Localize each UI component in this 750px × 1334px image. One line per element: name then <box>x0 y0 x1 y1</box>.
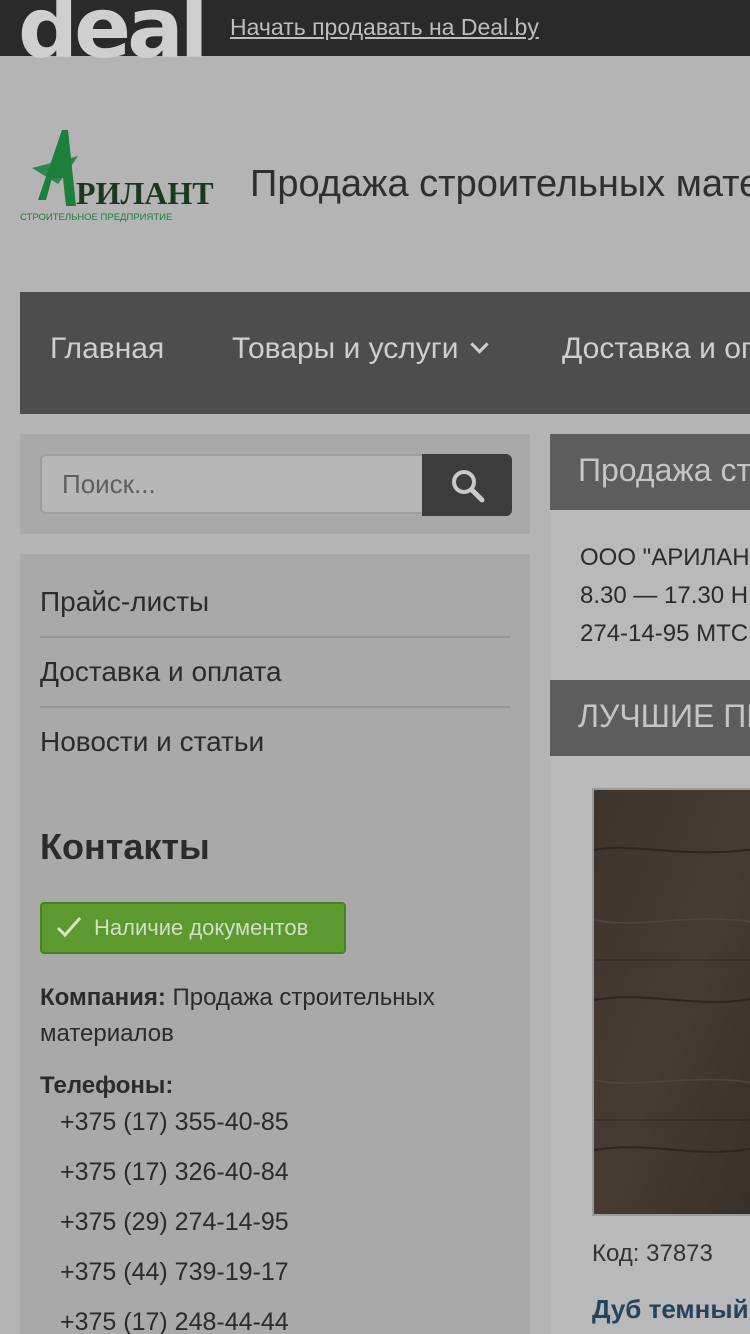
checkmark-icon <box>56 917 82 938</box>
start-selling-link[interactable]: Начать продавать на Deal.by <box>230 14 539 41</box>
phone-number[interactable]: +375 (44) 739-19-17 <box>60 1258 289 1287</box>
search-icon <box>452 470 485 503</box>
documents-badge-label: Наличие документов <box>94 915 309 940</box>
company-label: Компания: <box>40 984 166 1011</box>
nav-item-home[interactable]: Главная <box>50 332 164 366</box>
info-line: 8.30 — 17.30 Н <box>580 582 749 609</box>
section-title-bar: Продажа строительных материалов <box>550 434 750 510</box>
sidebar: Прайс-листы Доставка и оплата Новости и … <box>20 554 530 1334</box>
nav-item-products[interactable]: Товары и услуги <box>232 332 489 366</box>
documents-badge[interactable]: Наличие документов <box>40 902 346 954</box>
phone-number[interactable]: +375 (17) 355-40-85 <box>60 1108 289 1137</box>
chevron-down-icon <box>469 335 489 354</box>
product-name-link[interactable]: Дуб темный <box>592 1294 749 1325</box>
info-line: ООО "АРИЛАНТ" <box>580 544 750 571</box>
main-content: Продажа строительных материалов ООО "АРИ… <box>550 434 750 1334</box>
nav-item-delivery[interactable]: Доставка и оплата <box>562 332 750 366</box>
info-line: 274-14-95 МТС <box>580 620 749 647</box>
sidebar-menu: Прайс-листы Доставка и оплата Новости и … <box>40 568 510 776</box>
section-title: Продажа строительных материалов <box>578 452 750 488</box>
sidebar-item-news[interactable]: Новости и статьи <box>40 708 510 776</box>
company-info: Компания: Продажа строительных материало… <box>40 980 500 1052</box>
logo-brand-text: РИЛАНТ <box>76 175 214 211</box>
main-nav: Главная Товары и услуги Доставка и оплат… <box>20 292 750 414</box>
search-input[interactable] <box>40 454 422 514</box>
search-button[interactable] <box>422 454 512 516</box>
phones-label: Телефоны: <box>40 1072 174 1099</box>
nav-item-products-label: Товары и услуги <box>232 332 459 365</box>
best-offers-bar: ЛУЧШИЕ ПРЕДЛОЖЕНИЯ <box>550 680 750 756</box>
logo-tagline: СТРОИТЕЛЬНОЕ ПРЕДПРИЯТИЕ <box>20 212 172 223</box>
sidebar-item-price-lists[interactable]: Прайс-листы <box>40 568 510 638</box>
best-offers-title: ЛУЧШИЕ ПРЕДЛОЖЕНИЯ <box>578 698 750 734</box>
sidebar-item-delivery[interactable]: Доставка и оплата <box>40 638 510 708</box>
phone-number[interactable]: +375 (29) 274-14-95 <box>60 1208 289 1237</box>
phone-number[interactable]: +375 (17) 326-40-84 <box>60 1158 289 1187</box>
company-logo[interactable]: РИЛАНТ СТРОИТЕЛЬНОЕ ПРЕДПРИЯТИЕ <box>18 128 224 228</box>
phone-number[interactable]: +375 (17) 248-44-44 <box>60 1308 289 1334</box>
product-card[interactable]: Код: 37873 Дуб темный <box>550 756 750 1334</box>
contacts-heading: Контакты <box>40 826 210 867</box>
search-panel <box>20 434 530 534</box>
product-image[interactable] <box>592 788 750 1216</box>
product-code: Код: 37873 <box>592 1240 713 1267</box>
top-bar: deal Начать продавать на Deal.by <box>0 0 750 70</box>
company-info-box: ООО "АРИЛАНТ" 8.30 — 17.30 Н 274-14-95 М… <box>550 510 750 680</box>
deal-logo[interactable]: deal <box>18 0 209 70</box>
site-title: Продажа строительных материалов <box>250 163 750 205</box>
